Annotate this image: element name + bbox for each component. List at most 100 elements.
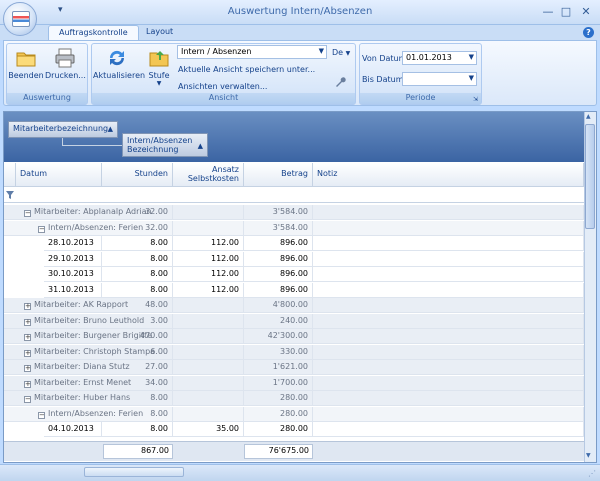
group-row[interactable]: − Mitarbeiter: Abplanalp Adrian 32.00 3'584…	[4, 205, 584, 220]
collapse-icon[interactable]: −	[38, 411, 45, 419]
help-icon[interactable]: ?	[583, 27, 594, 38]
column-header-stunden[interactable]: Stunden	[102, 163, 173, 187]
expand-icon[interactable]: +	[24, 349, 31, 357]
manage-views-button[interactable]: Ansichten verwalten...	[178, 82, 267, 91]
scroll-up-icon[interactable]: ▲	[586, 113, 591, 120]
expand-icon[interactable]: +	[24, 318, 31, 326]
column-header-betrag[interactable]: Betrag	[244, 163, 313, 187]
window-title: Auswertung Intern/Absenzen	[227, 6, 373, 17]
cell-notiz[interactable]	[313, 422, 584, 437]
scroll-down-icon[interactable]: ▼	[586, 452, 591, 459]
collapse-icon[interactable]: −	[24, 396, 31, 403]
folder-level-icon	[149, 51, 169, 67]
collapse-icon[interactable]: −	[38, 225, 45, 233]
cell-stunden: 3.00	[102, 313, 173, 329]
quick-access-dropdown[interactable]: ▾	[58, 5, 63, 15]
indent-cell	[4, 376, 20, 391]
cell-betrag: 280.00	[244, 391, 313, 406]
wrench-icon[interactable]	[334, 76, 346, 88]
column-header-datum[interactable]: Datum	[16, 163, 102, 187]
cell-notiz[interactable]	[313, 282, 584, 298]
cell-stunden: 8.00	[102, 251, 173, 267]
cell-stunden: 8.00	[102, 391, 173, 406]
cell-notiz[interactable]	[313, 360, 584, 375]
bis-datum-field[interactable]: ▼	[402, 72, 477, 86]
table-row[interactable]: 31.10.2013 8.00 112.00 896.00	[4, 282, 584, 298]
dialog-launcher-icon[interactable]: ⇲	[473, 96, 480, 103]
cell-notiz[interactable]	[313, 251, 584, 267]
cell-ansatz	[173, 375, 244, 391]
table-row[interactable]: 04.10.2013 8.00 35.00 280.00	[4, 422, 584, 437]
view-select[interactable]: Intern / Absenzen ▼	[177, 45, 327, 59]
group-chip-mitarbeiter[interactable]: Mitarbeiterbezeichnung ▲	[8, 121, 118, 138]
cell-notiz[interactable]	[313, 344, 584, 360]
group-row[interactable]: − Mitarbeiter: Huber Hans 8.00 280.00	[4, 391, 584, 406]
cell-notiz[interactable]	[313, 313, 584, 329]
column-header-notiz[interactable]: Notiz	[313, 163, 584, 187]
indent-cell	[4, 205, 20, 220]
horizontal-scroll-thumb[interactable]	[84, 467, 184, 477]
indent-cell	[4, 407, 34, 422]
bis-datum-label: Bis Datum	[362, 75, 404, 84]
group-chip-intern-absenzen[interactable]: Intern/Absenzen Bezeichnung ▲	[122, 133, 208, 157]
group-row[interactable]: + Mitarbeiter: Diana Stutz 27.00 1'621.00	[4, 360, 584, 375]
tab-layout[interactable]: Layout	[136, 25, 183, 41]
table-row[interactable]: 30.10.2013 8.00 112.00 896.00	[4, 267, 584, 282]
group-row[interactable]: + Mitarbeiter: Bruno Leuthold 3.00 240.00	[4, 313, 584, 329]
cell-notiz[interactable]	[313, 329, 584, 344]
drucken-button[interactable]: Drucken...	[45, 48, 86, 80]
refresh-icon	[109, 50, 125, 66]
resize-grip-icon[interactable]: ⋰	[588, 469, 596, 478]
filter-icon[interactable]	[6, 191, 14, 199]
chevron-down-icon: ▼	[318, 47, 324, 55]
cell-ansatz	[173, 406, 244, 422]
column-header-ansatz[interactable]: Ansatz Selbstkosten	[173, 163, 244, 187]
table-row[interactable]: 28.10.2013 8.00 112.00 896.00	[4, 236, 584, 251]
view-select-value: Intern / Absenzen	[181, 47, 252, 56]
cell-betrag: 896.00	[244, 251, 313, 267]
cell-notiz[interactable]	[313, 406, 584, 422]
maximize-button[interactable]: □	[558, 5, 574, 19]
de-dropdown[interactable]: De ▼	[332, 48, 350, 57]
vertical-scroll-thumb[interactable]	[585, 124, 595, 229]
cell-notiz[interactable]	[313, 375, 584, 391]
filter-row[interactable]	[4, 187, 584, 203]
cell-stunden: 8.00	[102, 406, 173, 422]
cell-notiz[interactable]	[313, 205, 584, 220]
table-row[interactable]: 29.10.2013 8.00 112.00 896.00	[4, 251, 584, 267]
aktualisieren-button[interactable]: Aktualisieren	[93, 48, 145, 80]
application-button[interactable]	[3, 2, 37, 36]
cell-betrag: 3'584.00	[244, 205, 313, 220]
group-row[interactable]: − Intern/Absenzen: Ferien 8.00 280.00	[4, 406, 584, 422]
von-datum-label: Von Datum	[362, 54, 407, 63]
cell-notiz[interactable]	[313, 236, 584, 251]
indent-cell	[4, 360, 20, 375]
cell-notiz[interactable]	[313, 220, 584, 236]
group-row[interactable]: + Mitarbeiter: Christoph Stampa 6.00 330.00	[4, 344, 584, 360]
stufe-dropdown-icon: ▼	[156, 80, 162, 87]
cell-betrag: 330.00	[244, 344, 313, 360]
cell-notiz[interactable]	[313, 391, 584, 406]
cell-stunden: 470.00	[102, 329, 173, 344]
expand-icon[interactable]: +	[24, 380, 31, 388]
beenden-button[interactable]: Beenden	[8, 48, 44, 80]
group-row[interactable]: + Mitarbeiter: AK Rapport 48.00 4'800.00	[4, 298, 584, 313]
minimize-button[interactable]: —	[540, 5, 556, 19]
group-row[interactable]: + Mitarbeiter: Ernst Menet 34.00 1'700.00	[4, 375, 584, 391]
collapse-icon[interactable]: −	[24, 210, 31, 217]
tab-auftragskontrolle[interactable]: Auftragskontrolle	[48, 25, 139, 41]
group-row[interactable]: − Intern/Absenzen: Ferien 32.00 3'584.00	[4, 220, 584, 236]
von-datum-field[interactable]: 01.01.2013 ▼	[402, 51, 477, 65]
expand-icon[interactable]: +	[24, 303, 31, 310]
indent-cell	[4, 314, 20, 329]
expand-icon[interactable]: +	[24, 334, 31, 341]
header-indent	[4, 163, 16, 187]
cell-notiz[interactable]	[313, 298, 584, 313]
stufe-button[interactable]: Stufe ▼	[145, 48, 173, 87]
cell-notiz[interactable]	[313, 267, 584, 282]
chevron-down-icon: ▼	[468, 53, 474, 61]
close-button[interactable]: ✕	[578, 5, 594, 19]
group-row[interactable]: + Mitarbeiter: Burgener Brigitte 470.00 42'…	[4, 329, 584, 344]
save-view-button[interactable]: Aktuelle Ansicht speichern unter...	[178, 65, 315, 74]
expand-icon[interactable]: +	[24, 365, 31, 372]
